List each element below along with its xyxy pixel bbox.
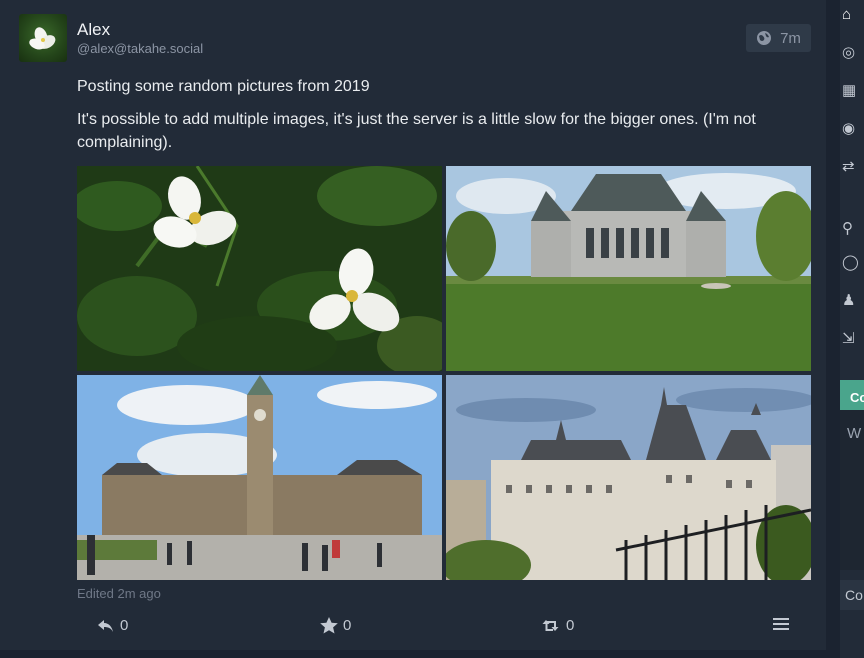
- more-menu-button[interactable]: [773, 617, 789, 631]
- star-icon: [320, 617, 338, 634]
- supreme-court-building-photo[interactable]: [446, 166, 811, 371]
- home-icon[interactable]: ⌂: [842, 4, 864, 26]
- content-warning-input[interactable]: Co: [840, 580, 864, 610]
- logout-icon[interactable]: ⇲: [842, 328, 864, 350]
- favourite-button[interactable]: 0: [320, 617, 351, 634]
- reply-button[interactable]: 0: [97, 617, 128, 634]
- post-card: Alex @alex@takahe.social 7m Posting some…: [0, 0, 826, 650]
- author-handle[interactable]: @alex@takahe.social: [77, 41, 203, 56]
- compose-placeholder: W: [847, 425, 862, 442]
- image-gallery: [77, 166, 811, 580]
- post-time: 7m: [780, 29, 801, 47]
- right-sidebar: ⌂ ◎ ▦ ◉ ⇄ ⚲ ◯ ♟ ⇲ Co W Co: [826, 0, 864, 658]
- reply-icon: [98, 619, 113, 632]
- federated-icon[interactable]: ⇄: [842, 156, 864, 178]
- chateau-laurier-photo[interactable]: [446, 375, 811, 580]
- search-icon[interactable]: ⚲: [842, 218, 864, 240]
- author-name[interactable]: Alex: [77, 20, 110, 40]
- post-paragraph: Posting some random pictures from 2019: [77, 78, 370, 95]
- boost-button[interactable]: 0: [542, 617, 574, 634]
- favourite-count: 0: [343, 617, 352, 634]
- retweet-icon: [542, 619, 559, 631]
- post-content: Posting some random pictures from 2019 I…: [77, 75, 797, 164]
- trillium-flowers-photo[interactable]: [77, 166, 442, 371]
- parliament-hill-photo[interactable]: [77, 375, 442, 580]
- globe-icon: [757, 31, 772, 45]
- boost-count: 0: [566, 617, 575, 634]
- notifications-icon[interactable]: ◎: [842, 42, 864, 64]
- users-icon[interactable]: ♟: [842, 290, 864, 312]
- edited-note: Edited 2m ago: [77, 586, 161, 601]
- globe-icon[interactable]: ◉: [842, 118, 864, 140]
- timestamp-link[interactable]: 7m: [746, 24, 811, 52]
- calendar-icon[interactable]: ▦: [842, 80, 864, 102]
- settings-icon[interactable]: ◯: [842, 252, 864, 274]
- reply-count: 0: [120, 617, 129, 634]
- avatar[interactable]: [19, 14, 67, 62]
- menu-icon: [773, 618, 789, 630]
- post-actions: 0 0 0: [0, 612, 826, 642]
- post-paragraph: It's possible to add multiple images, it…: [77, 111, 756, 151]
